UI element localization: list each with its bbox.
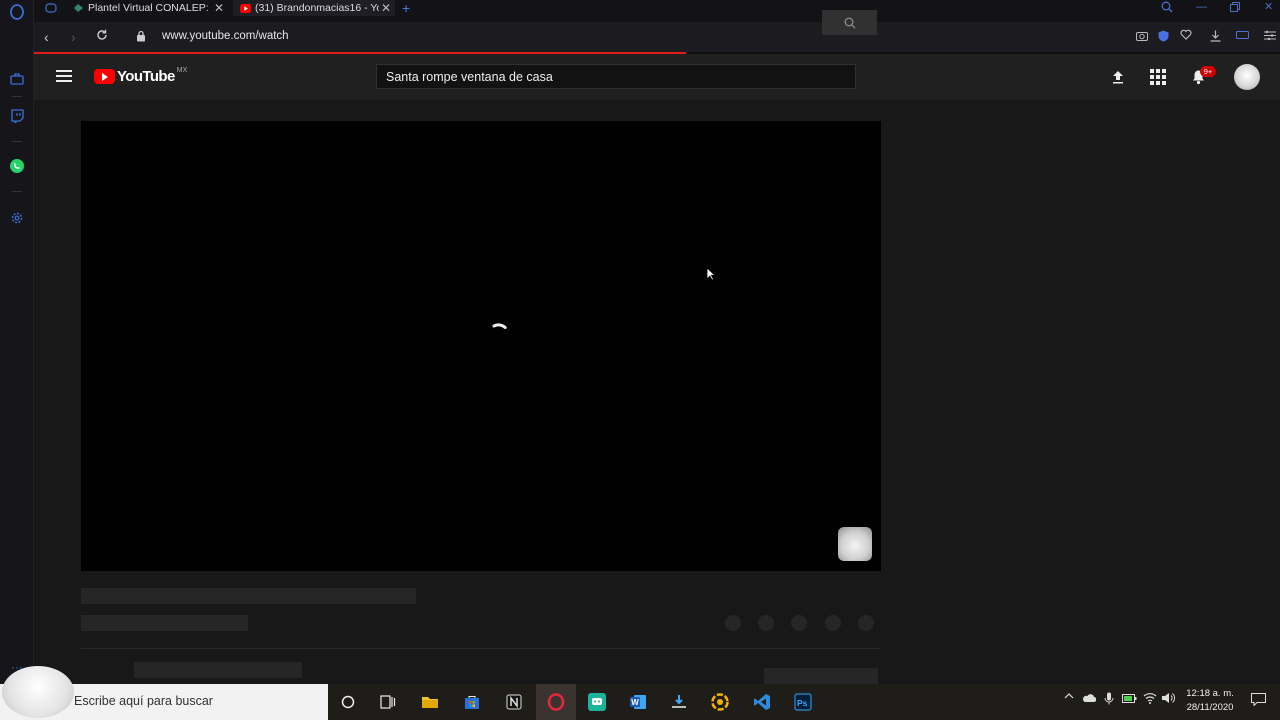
restore-icon[interactable] xyxy=(1230,2,1240,16)
snapshot-icon[interactable] xyxy=(1136,30,1148,44)
installer-icon[interactable] xyxy=(659,684,699,720)
new-tab-button[interactable]: + xyxy=(402,0,410,16)
wifi-icon[interactable] xyxy=(1143,692,1157,707)
browser-sidebar: ··· xyxy=(0,0,34,684)
onedrive-cloud-icon[interactable] xyxy=(1082,693,1097,706)
battery-saver-icon[interactable] xyxy=(1236,31,1250,43)
windows-taskbar: Escribe aquí para buscar W Ps 12:18 a. m… xyxy=(0,666,1280,720)
download-icon[interactable] xyxy=(1210,30,1221,45)
microphone-icon[interactable] xyxy=(1104,692,1114,708)
back-icon[interactable]: ‹ xyxy=(44,29,49,45)
tray-expand-chevron-icon[interactable] xyxy=(1064,692,1074,703)
youtube-play-icon xyxy=(94,69,115,84)
tab-close-icon[interactable]: ✕ xyxy=(212,1,226,15)
sidebar-divider xyxy=(12,141,22,142)
subscribe-placeholder xyxy=(764,668,878,684)
tab-title: (31) Brandonmacias16 - Yo xyxy=(255,2,379,14)
opera-logo-icon[interactable] xyxy=(8,3,26,21)
reload-icon[interactable] xyxy=(96,28,108,44)
svg-text:W: W xyxy=(631,698,639,707)
ssh-client-icon[interactable] xyxy=(577,684,617,720)
loading-spinner-icon xyxy=(492,323,510,340)
clock-date: 28/11/2020 xyxy=(1186,702,1234,713)
youtube-wordmark: YouTube xyxy=(117,68,175,85)
settings-gear-icon[interactable] xyxy=(8,209,26,227)
youtube-favicon-icon xyxy=(239,2,251,14)
divider xyxy=(81,648,881,649)
workspace-icon[interactable] xyxy=(8,70,26,88)
battery-icon[interactable] xyxy=(1122,694,1137,706)
opera-menu-icon[interactable] xyxy=(42,0,64,16)
close-window-icon[interactable]: ✕ xyxy=(1264,0,1273,14)
svg-text:Ps: Ps xyxy=(797,698,808,708)
notification-badge: 9+ xyxy=(1200,66,1216,77)
country-code: MX xyxy=(176,67,188,74)
forward-icon[interactable]: › xyxy=(71,29,76,45)
minimize-icon[interactable]: — xyxy=(1196,0,1207,14)
action-placeholder xyxy=(725,615,741,631)
volume-icon[interactable] xyxy=(1161,692,1175,707)
twitch-icon[interactable] xyxy=(8,107,26,125)
search-input[interactable]: Santa rompe ventana de casa xyxy=(376,64,856,89)
start-button-cat-icon[interactable] xyxy=(2,666,74,718)
sidebar-divider xyxy=(12,96,22,97)
action-center-icon[interactable] xyxy=(1251,693,1266,709)
youtube-logo[interactable]: YouTube MX xyxy=(94,67,188,85)
sidebar-divider xyxy=(12,191,22,192)
tab-close-icon[interactable]: ✕ xyxy=(379,1,393,15)
taskbar-search-placeholder: Escribe aquí para buscar xyxy=(74,694,213,708)
search-tabs-icon[interactable] xyxy=(1161,1,1173,17)
file-explorer-icon[interactable] xyxy=(410,684,450,720)
action-placeholder xyxy=(758,615,774,631)
search-query: Santa rompe ventana de casa xyxy=(386,70,553,84)
account-avatar[interactable] xyxy=(1234,64,1260,90)
lock-icon xyxy=(137,30,145,42)
action-placeholder xyxy=(825,615,841,631)
action-placeholder xyxy=(858,615,874,631)
tab-youtube[interactable]: (31) Brandonmacias16 - Yo ✕ xyxy=(233,0,395,16)
youtube-masthead: YouTube MX Santa rompe ventana de casa xyxy=(34,54,1280,100)
photoshop-icon[interactable]: Ps xyxy=(783,684,823,720)
notion-icon[interactable] xyxy=(494,684,534,720)
easy-setup-icon[interactable] xyxy=(1264,30,1276,44)
video-player[interactable] xyxy=(81,121,881,571)
system-clock[interactable]: 12:18 a. m. 28/11/2020 xyxy=(1180,687,1240,715)
clock-time: 12:18 a. m. xyxy=(1186,688,1234,699)
tab-conalep[interactable]: Plantel Virtual CONALEP: In ✕ xyxy=(66,0,232,16)
guide-menu-icon[interactable] xyxy=(56,70,72,82)
vpn-shield-icon[interactable] xyxy=(1158,30,1169,45)
edge-dev-icon[interactable] xyxy=(700,684,740,720)
vscode-icon[interactable] xyxy=(742,684,782,720)
url-field[interactable]: www.youtube.com/watch xyxy=(162,30,289,42)
tab-title: Plantel Virtual CONALEP: In xyxy=(88,2,212,14)
mouse-cursor-icon xyxy=(706,267,716,281)
action-placeholder xyxy=(791,615,807,631)
apps-grid-icon[interactable] xyxy=(1150,69,1166,85)
search-icon xyxy=(844,17,856,29)
tab-bar: Plantel Virtual CONALEP: In ✕ (31) Brand… xyxy=(34,0,1280,22)
conalep-favicon-icon xyxy=(72,2,84,14)
search-button[interactable] xyxy=(822,10,877,35)
views-placeholder xyxy=(81,615,248,631)
favorite-heart-icon[interactable] xyxy=(1180,29,1192,43)
channel-watermark[interactable] xyxy=(838,527,872,561)
title-placeholder xyxy=(81,588,416,604)
opera-taskbar-icon[interactable] xyxy=(536,684,576,720)
microsoft-store-icon[interactable] xyxy=(452,684,492,720)
channel-name-placeholder xyxy=(134,662,302,678)
whatsapp-icon[interactable] xyxy=(8,157,26,175)
task-view-icon[interactable] xyxy=(368,684,408,720)
word-icon[interactable]: W xyxy=(618,684,658,720)
upload-icon[interactable] xyxy=(1110,69,1126,85)
address-bar: ‹ › www.youtube.com/watch xyxy=(34,22,1280,52)
cortana-icon[interactable] xyxy=(328,684,368,720)
